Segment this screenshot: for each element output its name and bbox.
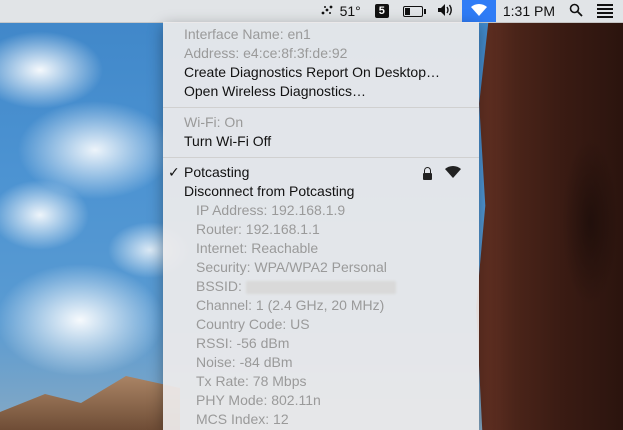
search-icon — [569, 3, 583, 20]
mac-address: Address: e4:ce:8f:3f:de:92 — [184, 45, 348, 61]
detail-router: Router: 192.168.1.1 — [196, 221, 320, 237]
detail-bssid: BSSID: — [196, 277, 396, 296]
calendar-icon: 5 — [374, 4, 389, 18]
detail-noise: Noise: -84 dBm — [196, 354, 293, 370]
wifi-menu: Interface Name: en1 Address: e4:ce:8f:3f… — [163, 22, 479, 430]
weather-icon — [320, 3, 334, 19]
detail-security: Security: WPA/WPA2 Personal — [196, 259, 387, 275]
calendar-menu-extra[interactable]: 5 — [368, 0, 396, 22]
volume-icon — [437, 3, 455, 20]
wifi-signal-icon — [444, 165, 462, 182]
wallpaper-cliff — [476, 22, 623, 430]
checkmark-icon: ✓ — [168, 164, 180, 180]
lock-icon — [423, 166, 432, 180]
notification-center-icon — [597, 4, 613, 18]
wifi-icon — [470, 3, 488, 20]
clock-time: 1:31 PM — [502, 3, 555, 19]
volume-menu-extra[interactable] — [430, 0, 462, 22]
temperature-label: 51° — [339, 3, 361, 19]
detail-channel: Channel: 1 (2.4 GHz, 20 MHz) — [196, 297, 385, 313]
spotlight-button[interactable] — [562, 0, 590, 22]
turn-wifi-off-item[interactable]: Turn Wi-Fi Off — [184, 132, 271, 151]
interface-name: Interface Name: en1 — [184, 26, 311, 42]
detail-phy-mode: PHY Mode: 802.11n — [196, 392, 321, 408]
menu-bar: 51° 5 1:31 PM — [0, 0, 623, 23]
clock[interactable]: 1:31 PM — [496, 0, 562, 22]
create-diagnostics-report-item[interactable]: Create Diagnostics Report On Desktop… — [184, 63, 440, 82]
network-item-potcasting[interactable]: Potcasting — [184, 163, 249, 182]
notification-center-button[interactable] — [590, 0, 623, 22]
detail-rssi: RSSI: -56 dBm — [196, 335, 290, 351]
weather-menu-extra[interactable]: 51° — [313, 0, 368, 22]
wifi-menu-extra[interactable] — [461, 0, 496, 22]
menu-separator — [163, 107, 479, 108]
redacted-bssid — [245, 280, 396, 294]
detail-mcs-index: MCS Index: 12 — [196, 411, 289, 427]
disconnect-item[interactable]: Disconnect from Potcasting — [184, 182, 354, 201]
battery-menu-extra[interactable] — [396, 0, 430, 22]
detail-country-code: Country Code: US — [196, 316, 310, 332]
open-wireless-diagnostics-item[interactable]: Open Wireless Diagnostics… — [184, 82, 366, 101]
detail-internet: Internet: Reachable — [196, 240, 319, 256]
battery-icon — [402, 5, 426, 17]
detail-ip-address: IP Address: 192.168.1.9 — [196, 202, 346, 218]
network-status-icons — [423, 165, 462, 182]
wifi-status: Wi-Fi: On — [184, 114, 244, 130]
detail-bssid-label: BSSID: — [196, 278, 242, 294]
menu-separator — [163, 157, 479, 158]
detail-tx-rate: Tx Rate: 78 Mbps — [196, 373, 307, 389]
